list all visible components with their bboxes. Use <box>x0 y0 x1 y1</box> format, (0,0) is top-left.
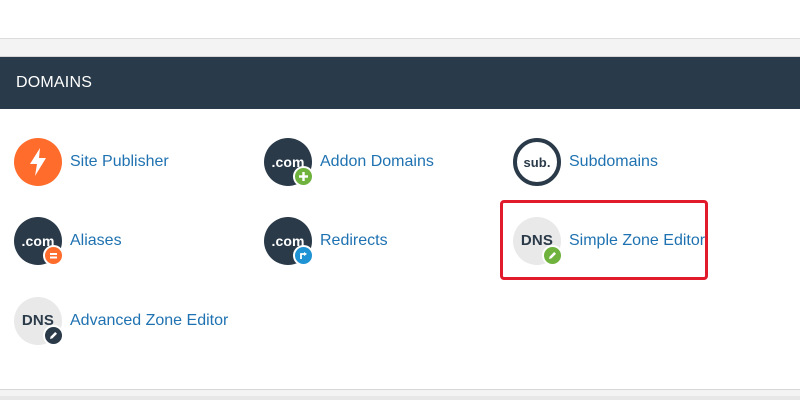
addon-domains-link[interactable]: Addon Domains <box>320 153 434 171</box>
addon-domains-item[interactable]: .com Addon Domains <box>264 130 434 194</box>
advanced-zone-editor-icon: DNS <box>14 297 64 346</box>
aliases-icon: .com <box>14 217 64 266</box>
equals-icon <box>43 245 64 266</box>
redirects-item[interactable]: .com Redirects <box>264 209 388 273</box>
plus-icon <box>293 166 314 187</box>
bottom-divider <box>0 396 800 400</box>
redirect-arrow-icon <box>293 245 314 266</box>
redirects-icon: .com <box>264 217 314 266</box>
site-publisher-icon <box>14 138 62 186</box>
pencil-icon <box>43 325 64 346</box>
redirects-link[interactable]: Redirects <box>320 232 388 250</box>
simple-zone-editor-highlight <box>500 200 708 280</box>
aliases-link[interactable]: Aliases <box>70 232 122 250</box>
subdomains-link[interactable]: Subdomains <box>569 153 658 171</box>
site-publisher-item[interactable]: Site Publisher <box>14 130 169 194</box>
advanced-zone-editor-link[interactable]: Advanced Zone Editor <box>70 312 228 330</box>
sub-icon: sub. <box>523 154 551 170</box>
previous-section-panel <box>0 0 800 39</box>
aliases-item[interactable]: .com Aliases <box>14 209 122 273</box>
domains-section-header[interactable]: DOMAINS <box>0 57 800 109</box>
lightning-bolt-icon <box>14 138 62 186</box>
subdomains-icon: sub. <box>513 138 561 186</box>
site-publisher-link[interactable]: Site Publisher <box>70 153 169 171</box>
advanced-zone-editor-item[interactable]: DNS Advanced Zone Editor <box>14 289 228 353</box>
cpanel-page: DOMAINS Site Publisher .com Addon Domain… <box>0 0 800 400</box>
addon-domains-icon: .com <box>264 138 314 187</box>
subdomains-item[interactable]: sub. Subdomains <box>513 130 658 194</box>
